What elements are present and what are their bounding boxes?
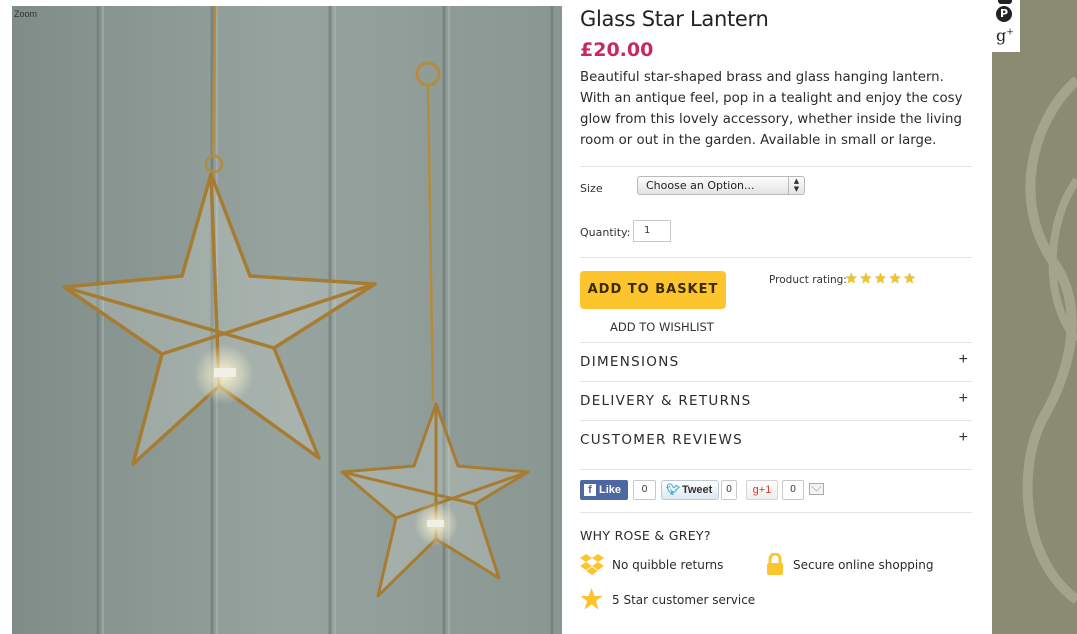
star-icon: ★ — [903, 270, 916, 286]
google-plus-icon[interactable]: g+ — [996, 26, 1014, 45]
plus-icon[interactable]: + — [959, 390, 968, 408]
product-title: Glass Star Lantern — [580, 7, 769, 31]
divider — [580, 166, 972, 167]
twitter-icon: 🐦︎ — [666, 484, 680, 496]
decorative-side-panel — [992, 0, 1077, 634]
facebook-icon: f — [584, 484, 596, 496]
divider — [580, 257, 972, 258]
usp-service-label: 5 Star customer service — [612, 593, 756, 607]
accordion-dimensions[interactable]: DIMENSIONS + — [580, 343, 972, 381]
gplus-count: 0 — [782, 480, 804, 500]
size-label: Size — [580, 182, 603, 195]
google-plus-one-button[interactable]: g+1 — [746, 480, 778, 500]
accordion-label: DELIVERY & RETURNS — [580, 393, 752, 409]
star-icon: ★ — [874, 270, 887, 286]
like-label: Like — [599, 484, 622, 496]
quantity-input[interactable]: 1 — [633, 220, 671, 242]
usp-secure-label: Secure online shopping — [793, 558, 934, 572]
divider — [580, 512, 972, 513]
add-to-basket-button[interactable]: ADD TO BASKET — [580, 271, 726, 309]
lock-icon — [767, 553, 783, 575]
why-section-title: WHY ROSE & GREY? — [580, 528, 711, 543]
dropbox-icon — [580, 554, 604, 575]
decorative-swirl — [1022, 76, 1077, 605]
facebook-like-button[interactable]: f Like — [580, 480, 628, 500]
accordion-customer-reviews[interactable]: CUSTOMER REVIEWS + — [580, 421, 972, 459]
product-image[interactable]: Zoom — [12, 6, 562, 634]
quantity-label: Quantity: — [580, 226, 631, 239]
tweet-button[interactable]: 🐦︎ Tweet — [661, 480, 719, 500]
plus-icon[interactable]: + — [959, 429, 968, 447]
star-icon: ★ — [859, 270, 873, 286]
product-price: £20.00 — [580, 39, 654, 61]
zoom-label[interactable]: Zoom — [14, 9, 37, 19]
accordion-label: CUSTOMER REVIEWS — [580, 432, 743, 448]
size-select-value: Choose an Option... — [646, 179, 755, 192]
select-arrows-icon: ▲ ▼ — [788, 177, 804, 194]
product-rating-stars: ★ ★ ★ ★ ★ — [845, 270, 918, 288]
accordion-delivery-returns[interactable]: DELIVERY & RETURNS + — [580, 382, 972, 420]
usp-returns-label: No quibble returns — [612, 558, 724, 572]
product-rating-label: Product rating: — [769, 274, 847, 286]
email-share-icon[interactable] — [809, 483, 824, 495]
divider — [580, 469, 972, 470]
star-icon — [580, 588, 603, 610]
star-icon: ★ — [888, 270, 902, 286]
add-to-wishlist-link[interactable]: ADD TO WISHLIST — [610, 320, 714, 334]
tweet-count: 0 — [721, 480, 737, 500]
size-select[interactable]: Choose an Option... ▲ ▼ — [637, 176, 805, 195]
accordion-label: DIMENSIONS — [580, 354, 680, 370]
star-icon: ★ — [845, 270, 858, 286]
social-icon-partial[interactable] — [998, 0, 1012, 4]
plus-icon[interactable]: + — [959, 351, 968, 369]
lantern-photo-illustration — [12, 6, 562, 634]
tweet-label: Tweet — [681, 484, 713, 496]
pinterest-icon[interactable]: P — [996, 6, 1012, 22]
like-count: 0 — [633, 480, 656, 500]
product-description: Beautiful star-shaped brass and glass ha… — [580, 70, 963, 148]
